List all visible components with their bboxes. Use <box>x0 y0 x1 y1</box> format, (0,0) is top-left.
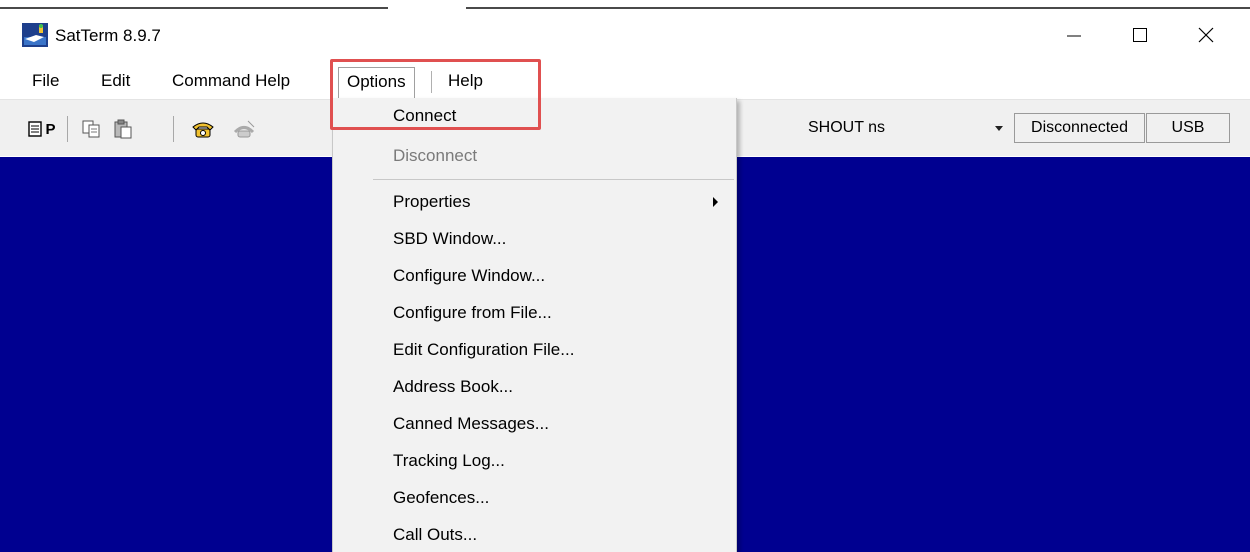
print-button[interactable]: P <box>20 118 64 140</box>
paste-icon <box>114 119 132 139</box>
dial-button[interactable] <box>190 118 216 140</box>
print-icon <box>28 121 43 137</box>
menu-item-configure-window[interactable]: Configure Window... <box>393 266 545 286</box>
copy-icon <box>82 120 100 138</box>
close-button[interactable] <box>1178 12 1234 58</box>
window-title: SatTerm 8.9.7 <box>55 26 161 45</box>
menu-item-disconnect: Disconnect <box>393 146 478 165</box>
chevron-down-icon[interactable] <box>995 126 1003 131</box>
menu-command-help[interactable]: Command Help <box>172 71 290 91</box>
connection-status: Disconnected <box>1014 113 1145 143</box>
maximize-button[interactable] <box>1112 12 1168 58</box>
menu-item-sbd-window[interactable]: SBD Window... <box>393 229 506 249</box>
menu-item-properties[interactable]: Properties <box>393 192 470 212</box>
menu-bar: File Edit Command Help Options Help <box>0 63 1250 100</box>
toolbar-divider <box>173 116 174 142</box>
title-bar: SatTerm 8.9.7 <box>0 12 1250 62</box>
options-menu: Connect Disconnect Properties SBD Window… <box>332 98 737 552</box>
menu-item-call-outs[interactable]: Call Outs... <box>393 525 477 545</box>
minimize-icon <box>1067 35 1081 37</box>
mode-dropdown[interactable]: SHOUT ns <box>797 113 1009 143</box>
phone-hangup-icon <box>233 120 255 138</box>
paste-button[interactable] <box>110 118 136 140</box>
top-edge-segment <box>466 7 1250 9</box>
copy-button[interactable] <box>78 118 104 140</box>
mode-dropdown-value: SHOUT ns <box>808 119 886 136</box>
top-edge-segment <box>0 7 388 9</box>
menu-item-address-book[interactable]: Address Book... <box>393 377 513 397</box>
hangup-button[interactable] <box>230 118 258 140</box>
toolbar-divider <box>67 116 68 142</box>
menu-item-edit-configuration-file[interactable]: Edit Configuration File... <box>393 340 574 360</box>
menu-item-tracking-log[interactable]: Tracking Log... <box>393 451 505 471</box>
chevron-right-icon <box>713 197 718 207</box>
minimize-button[interactable] <box>1046 12 1102 58</box>
menu-item-configure-from-file[interactable]: Configure from File... <box>393 303 552 323</box>
highlight-annotation <box>330 59 541 130</box>
phone-dial-icon <box>192 122 214 138</box>
satellite-terminal-icon <box>22 23 48 47</box>
window-top-edge <box>0 0 1250 9</box>
close-icon <box>1198 27 1214 43</box>
print-label: P <box>45 120 56 138</box>
port-indicator: USB <box>1146 113 1230 143</box>
menu-item-canned-messages[interactable]: Canned Messages... <box>393 414 549 434</box>
menu-item-geofences[interactable]: Geofences... <box>393 488 489 508</box>
menu-file[interactable]: File <box>32 71 59 91</box>
menu-edit[interactable]: Edit <box>101 71 130 91</box>
menu-separator <box>373 179 734 180</box>
maximize-icon <box>1133 28 1147 42</box>
